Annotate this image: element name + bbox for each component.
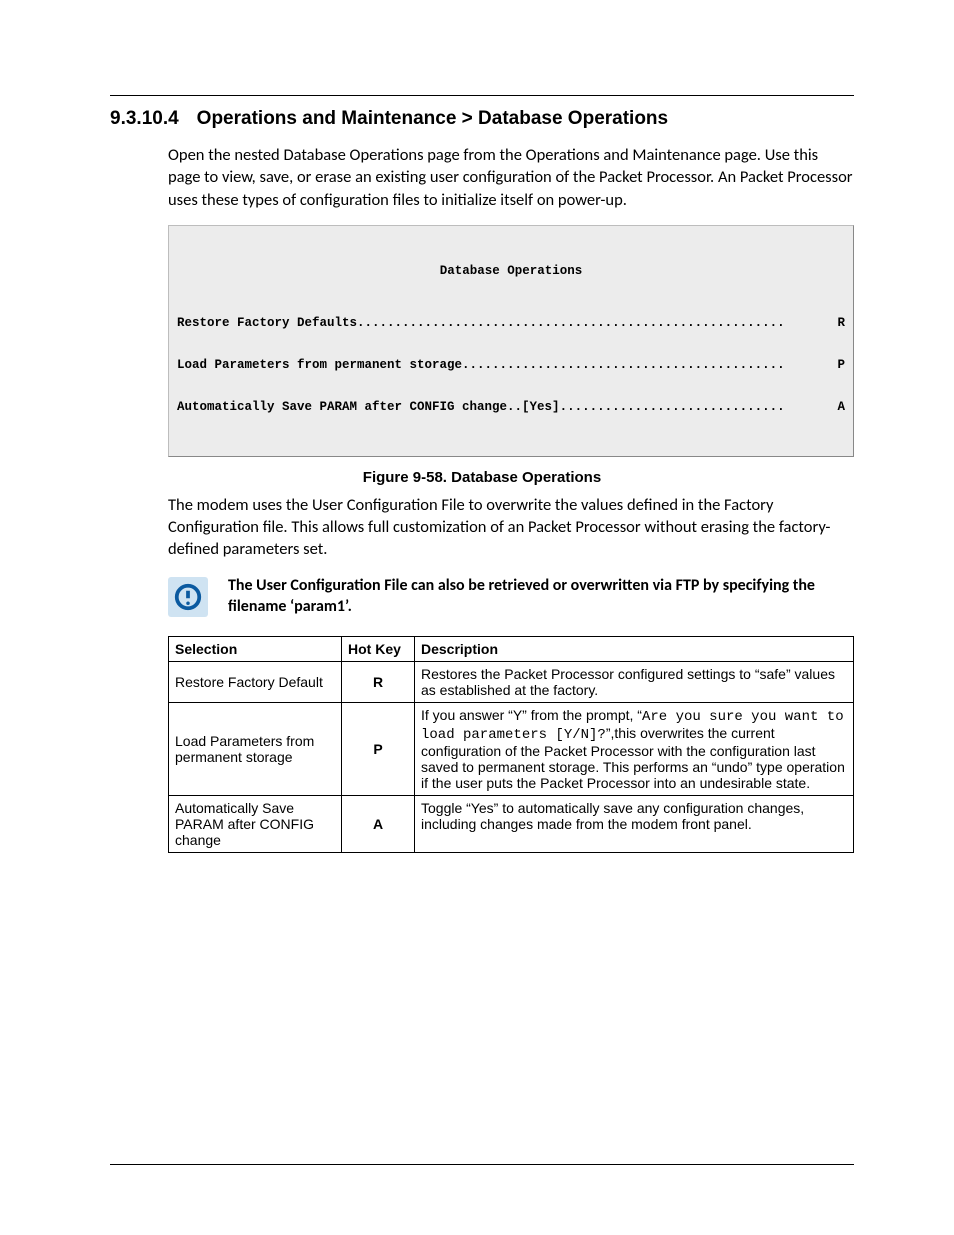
section-title: Operations and Maintenance > Database Op… (197, 108, 668, 129)
terminal-dots: .............................. (560, 400, 838, 414)
col-header-selection: Selection (169, 636, 342, 661)
intro-paragraph: Open the nested Database Operations page… (110, 144, 854, 211)
top-rule (110, 95, 854, 96)
cell-hotkey: P (342, 702, 415, 795)
bottom-rule (110, 1164, 854, 1165)
note-text: The User Configuration File can also be … (228, 575, 854, 618)
table-row: Load Parameters from permanent storage P… (169, 702, 854, 795)
cell-hotkey: A (342, 795, 415, 852)
document-page: 9.3.10.4 Operations and Maintenance > Dat… (0, 0, 954, 1235)
terminal-line: Load Parameters from permanent storage..… (177, 358, 845, 372)
cell-selection: Load Parameters from permanent storage (169, 702, 342, 795)
terminal-line-right: A (837, 400, 845, 414)
terminal-line-left: Restore Factory Defaults (177, 316, 357, 330)
terminal-screenshot: Database Operations Restore Factory Defa… (168, 225, 854, 457)
terminal-dots: ........................................… (357, 316, 837, 330)
options-table: Selection Hot Key Description Restore Fa… (168, 636, 854, 853)
cell-hotkey: R (342, 661, 415, 702)
terminal-line: Automatically Save PARAM after CONFIG ch… (177, 400, 845, 414)
cell-selection: Automatically Save PARAM after CONFIG ch… (169, 795, 342, 852)
cell-selection: Restore Factory Default (169, 661, 342, 702)
cell-description: Restores the Packet Processor configured… (415, 661, 854, 702)
after-figure-paragraph: The modem uses the User Configuration Fi… (110, 494, 854, 561)
section-number: 9.3.10.4 (110, 108, 179, 129)
terminal-line-right: P (837, 358, 845, 372)
terminal-title: Database Operations (177, 264, 845, 278)
col-header-description: Description (415, 636, 854, 661)
note-block: The User Configuration File can also be … (168, 575, 854, 618)
terminal-line-left: Automatically Save PARAM after CONFIG ch… (177, 400, 560, 414)
section-heading: 9.3.10.4 Operations and Maintenance > Dat… (110, 108, 854, 130)
info-icon (168, 577, 208, 617)
terminal-dots: ........................................… (462, 358, 837, 372)
terminal-line-left: Load Parameters from permanent storage (177, 358, 462, 372)
cell-description: Toggle “Yes” to automatically save any c… (415, 795, 854, 852)
table-row: Restore Factory Default R Restores the P… (169, 661, 854, 702)
figure-caption: Figure 9-58. Database Operations (110, 469, 854, 486)
table-header-row: Selection Hot Key Description (169, 636, 854, 661)
col-header-hotkey: Hot Key (342, 636, 415, 661)
cell-description: If you answer “Y” from the prompt, “Are … (415, 702, 854, 795)
table-row: Automatically Save PARAM after CONFIG ch… (169, 795, 854, 852)
terminal-line: Restore Factory Defaults................… (177, 316, 845, 330)
terminal-line-right: R (837, 316, 845, 330)
